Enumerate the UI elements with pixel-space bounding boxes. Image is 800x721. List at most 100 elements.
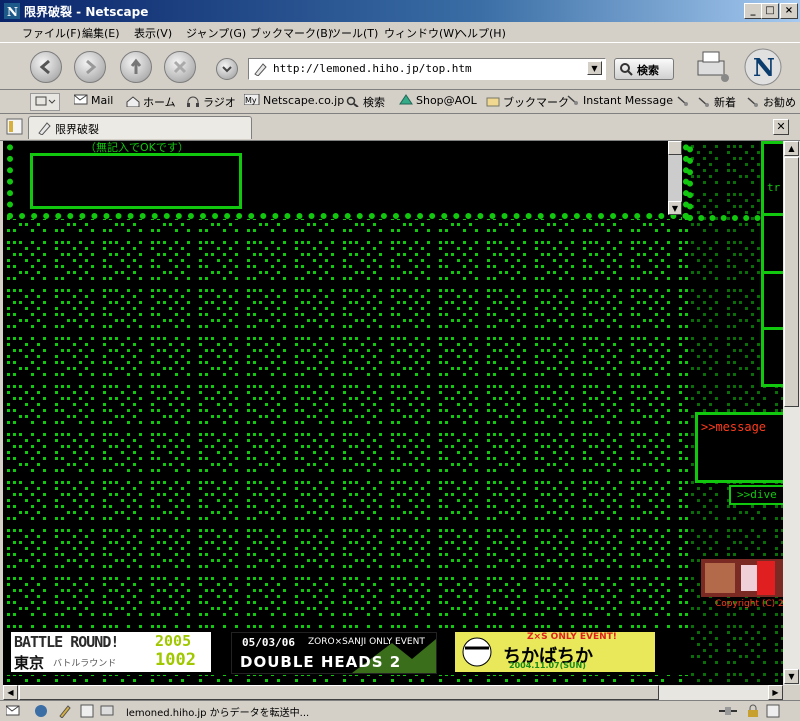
- search-label: 検索: [363, 96, 385, 109]
- search-button[interactable]: 検索: [614, 58, 674, 80]
- banner1-date: 1002: [155, 650, 196, 670]
- banner-double-heads[interactable]: 05/03/06 ZORO×SANJI ONLY EVENT DOUBLE HE…: [231, 632, 437, 674]
- scroll-right-button[interactable]: ▶: [768, 685, 783, 700]
- right-menu-letter: tr: [767, 181, 781, 194]
- menu-help[interactable]: ヘルプ(H): [456, 25, 506, 41]
- banner-chikabachika[interactable]: Z×S ONLY EVENT! ちかばちか 2004.11.07(SUN): [455, 632, 655, 672]
- personal-netscape-link[interactable]: My Netscape.co.jp: [244, 94, 344, 107]
- personal-home-link[interactable]: ホーム: [126, 94, 176, 110]
- menu-file[interactable]: ファイル(F): [22, 25, 81, 41]
- menu-tools[interactable]: ツール(T): [330, 25, 378, 41]
- radio-label: ラジオ: [203, 96, 236, 109]
- search-button-label: 検索: [637, 64, 659, 77]
- personal-toolbar: Mail ホーム ラジオ My Netscape.co.jp 検索 Shop@AO…: [0, 89, 800, 114]
- personal-mail-link[interactable]: Mail: [74, 94, 113, 107]
- popup-blocker-icon[interactable]: [766, 704, 780, 718]
- banner2-event: ZORO×SANJI ONLY EVENT: [308, 637, 425, 647]
- address-book-icon[interactable]: [80, 704, 94, 718]
- mail-icon: [74, 94, 88, 105]
- banner-battle-round[interactable]: BATTLE ROUND! 2005 東京 バトルラウンド 1002: [11, 632, 211, 672]
- netscape-label: Netscape.co.jp: [263, 94, 345, 107]
- frame-scroll-down-button[interactable]: ▼: [668, 201, 682, 215]
- back-button[interactable]: [30, 51, 62, 83]
- personal-toolbar-menu-button[interactable]: [30, 93, 60, 111]
- menu-window[interactable]: ウィンドウ(W): [384, 25, 458, 41]
- forward-button[interactable]: [74, 51, 106, 83]
- scroll-left-button[interactable]: ◀: [3, 685, 18, 700]
- menu-bookmarks[interactable]: ブックマーク(B): [250, 25, 332, 41]
- banner1-sub: バトルラウンド: [53, 659, 117, 669]
- new-label: 新着: [714, 96, 736, 109]
- headphones-icon: [187, 96, 199, 107]
- banner3-top: Z×S ONLY EVENT!: [527, 632, 617, 642]
- home-label: ホーム: [143, 96, 176, 109]
- status-text: lemoned.hiho.jp からデータを転送中...: [126, 708, 310, 719]
- banner3-character-graphic: [462, 637, 492, 667]
- url-field[interactable]: http://lemoned.hiho.jp/top.htm ▼: [248, 58, 606, 80]
- menu-view[interactable]: 表示(V): [134, 25, 172, 41]
- instant-message-icon[interactable]: [100, 704, 116, 718]
- search-icon: [620, 63, 633, 76]
- url-dropdown-button[interactable]: ▼: [587, 61, 602, 75]
- personal-new-link[interactable]: 新着: [697, 94, 736, 110]
- copyright-text: Copyright (C) 20: [715, 599, 783, 609]
- stop-button[interactable]: [164, 51, 196, 83]
- security-lock-icon[interactable]: [746, 704, 760, 718]
- sidebar-toggle-icon[interactable]: [6, 118, 24, 136]
- minimize-button[interactable]: _: [744, 3, 762, 19]
- personal-search-link[interactable]: 検索: [346, 94, 385, 110]
- tab-current-page[interactable]: 限界破裂: [28, 116, 252, 139]
- close-button[interactable]: ×: [780, 3, 798, 19]
- menu-go[interactable]: ジャンプ(G): [186, 25, 246, 41]
- bookmarks-label: ブックマーク: [503, 96, 569, 109]
- frame-scroll-up-button[interactable]: [668, 141, 682, 155]
- connection-icon[interactable]: [718, 704, 738, 718]
- navigation-toolbar: http://lemoned.hiho.jp/top.htm ▼ 検索 N: [0, 42, 800, 90]
- message-link[interactable]: >>message: [701, 420, 766, 434]
- horizontal-scrollbar[interactable]: ◀ ▶: [3, 685, 783, 700]
- composer-icon[interactable]: [58, 704, 72, 718]
- link-icon: [747, 97, 758, 107]
- page-icon: [38, 122, 51, 135]
- instant-message-label: Instant Message: [583, 94, 673, 107]
- mail-icon[interactable]: [6, 704, 20, 718]
- scroll-up-button[interactable]: ▲: [784, 141, 799, 156]
- link-icon[interactable]: [676, 95, 690, 107]
- scroll-down-button[interactable]: ▼: [784, 669, 799, 684]
- input-box[interactable]: [30, 153, 242, 209]
- reload-button[interactable]: [120, 51, 152, 83]
- search-icon: [346, 96, 359, 107]
- horizontal-scroll-thumb[interactable]: [19, 685, 659, 700]
- recommend-label: お勧め: [763, 96, 796, 109]
- history-dropdown-button[interactable]: [216, 58, 238, 80]
- vertical-scroll-thumb[interactable]: [784, 157, 799, 407]
- personal-recommend-link[interactable]: お勧め: [746, 94, 796, 110]
- print-icon[interactable]: [694, 49, 730, 83]
- back-arrow-icon: [39, 59, 50, 75]
- svg-text:N: N: [7, 5, 18, 19]
- personal-bookmarks-link[interactable]: ブックマーク: [486, 94, 569, 110]
- netscape-logo-icon[interactable]: N: [742, 47, 784, 87]
- title-bar[interactable]: N 限界破裂 - Netscape _ □ ×: [0, 0, 800, 22]
- right-menu-frame: [761, 141, 783, 387]
- maximize-button[interactable]: □: [761, 3, 779, 19]
- dotted-pattern-background: [3, 141, 783, 685]
- vertical-scrollbar[interactable]: ▲ ▼: [783, 141, 800, 685]
- tab-label: 限界破裂: [55, 123, 99, 136]
- menu-edit[interactable]: 編集(E): [82, 25, 120, 41]
- close-tab-button[interactable]: ✕: [773, 119, 789, 135]
- banner1-title: BATTLE ROUND!: [14, 633, 119, 651]
- url-text: http://lemoned.hiho.jp/top.htm: [273, 62, 472, 75]
- browser-icon[interactable]: [34, 704, 48, 718]
- right-menu-divider: [761, 327, 783, 330]
- banner3-date: 2004.11.07(SUN): [509, 661, 586, 670]
- personal-shop-link[interactable]: Shop@AOL: [399, 94, 477, 107]
- link-icon: [567, 95, 578, 105]
- personal-radio-link[interactable]: ラジオ: [186, 94, 236, 110]
- frame-scrollbar[interactable]: ▼: [668, 141, 682, 215]
- chevron-down-icon: [222, 66, 232, 73]
- site-thumbnail-image[interactable]: [701, 559, 783, 597]
- right-menu-divider: [761, 213, 783, 216]
- personal-instant-message-link[interactable]: Instant Message: [566, 94, 673, 107]
- page-content: （無記入でOKです） ▼ tr >>message >>dive Copyrig…: [3, 141, 783, 685]
